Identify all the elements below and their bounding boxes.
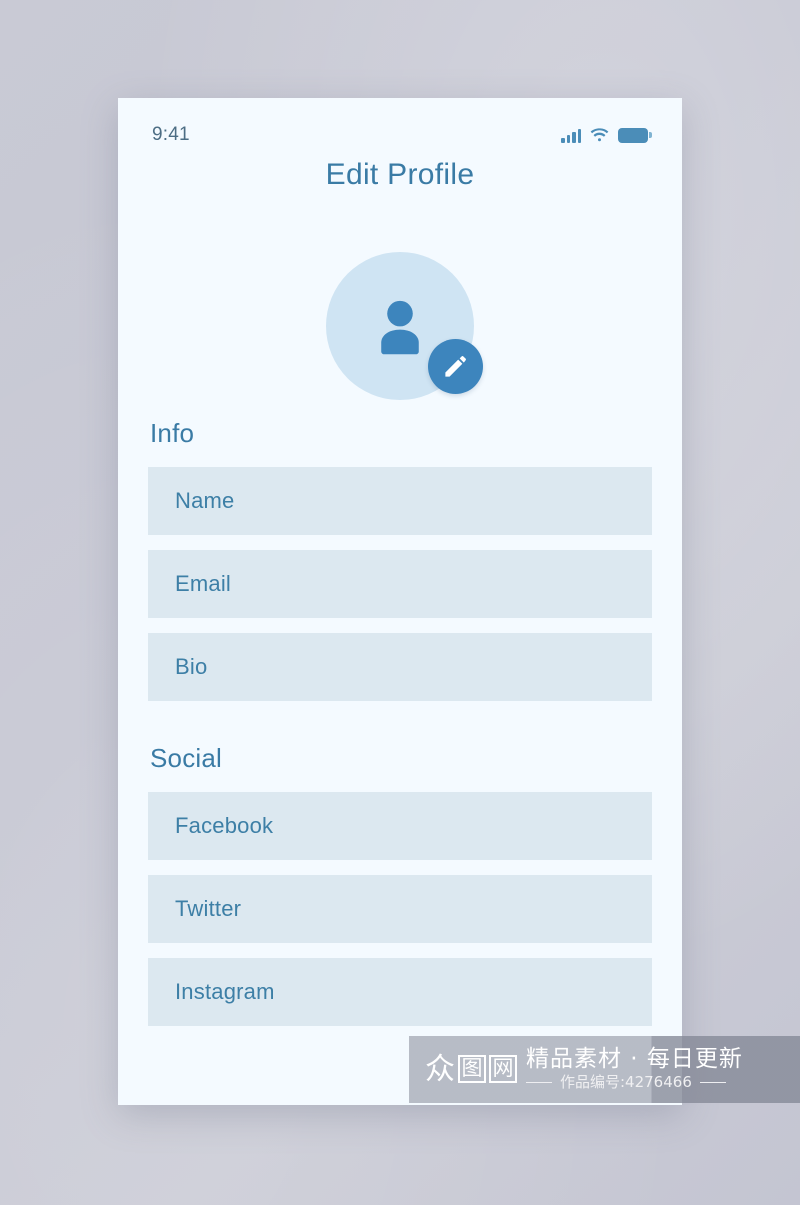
watermark-logo-char-2: 图 [458, 1054, 486, 1083]
field-email[interactable]: Email [148, 550, 652, 618]
watermark-rule-right [699, 1081, 726, 1083]
section-social: Social Facebook Twitter Instagram [148, 743, 652, 1041]
avatar[interactable] [326, 252, 483, 400]
status-icons [561, 127, 652, 143]
battery-icon [618, 127, 652, 143]
field-label-facebook: Facebook [175, 813, 274, 838]
field-facebook[interactable]: Facebook [148, 792, 652, 860]
phone-screen: 9:41 Edit Profile Info Name Email Bio So… [118, 98, 682, 1105]
wifi-icon [590, 127, 609, 143]
section-title-social: Social [150, 743, 223, 773]
section-title-info: Info [150, 418, 195, 448]
watermark-text: 精品素材 · 每日更新 作品编号:4276466 [526, 1045, 743, 1093]
field-label-bio: Bio [175, 654, 208, 679]
edit-avatar-button[interactable] [428, 339, 483, 394]
field-label-name: Name [175, 488, 235, 513]
page-title: Edit Profile [325, 158, 475, 191]
avatar-section [118, 252, 682, 402]
signal-bars-icon [561, 128, 581, 143]
field-twitter[interactable]: Twitter [148, 875, 652, 943]
field-label-instagram: Instagram [175, 979, 275, 1004]
field-name[interactable]: Name [148, 467, 652, 535]
watermark-item-number-row: 作品编号:4276466 [526, 1073, 743, 1093]
field-instagram[interactable]: Instagram [148, 958, 652, 1026]
watermark-item-number: 作品编号:4276466 [560, 1072, 692, 1091]
pencil-icon [442, 353, 469, 380]
watermark-tagline: 精品素材 · 每日更新 [526, 1045, 743, 1072]
field-label-email: Email [175, 571, 232, 596]
section-info: Info Name Email Bio [148, 418, 652, 716]
watermark-rule-left [526, 1081, 552, 1083]
person-icon [367, 293, 433, 359]
watermark-logo-char-1: 众 [425, 1051, 455, 1087]
watermark-logo-char-3: 网 [489, 1054, 517, 1083]
status-bar: 9:41 [118, 120, 682, 150]
field-label-twitter: Twitter [175, 896, 242, 921]
watermark: 众 图 网 精品素材 · 每日更新 作品编号:4276466 [409, 1036, 800, 1103]
status-time: 9:41 [152, 124, 190, 145]
watermark-logo-icon: 众 图 网 [425, 1051, 517, 1087]
field-bio[interactable]: Bio [148, 633, 652, 701]
